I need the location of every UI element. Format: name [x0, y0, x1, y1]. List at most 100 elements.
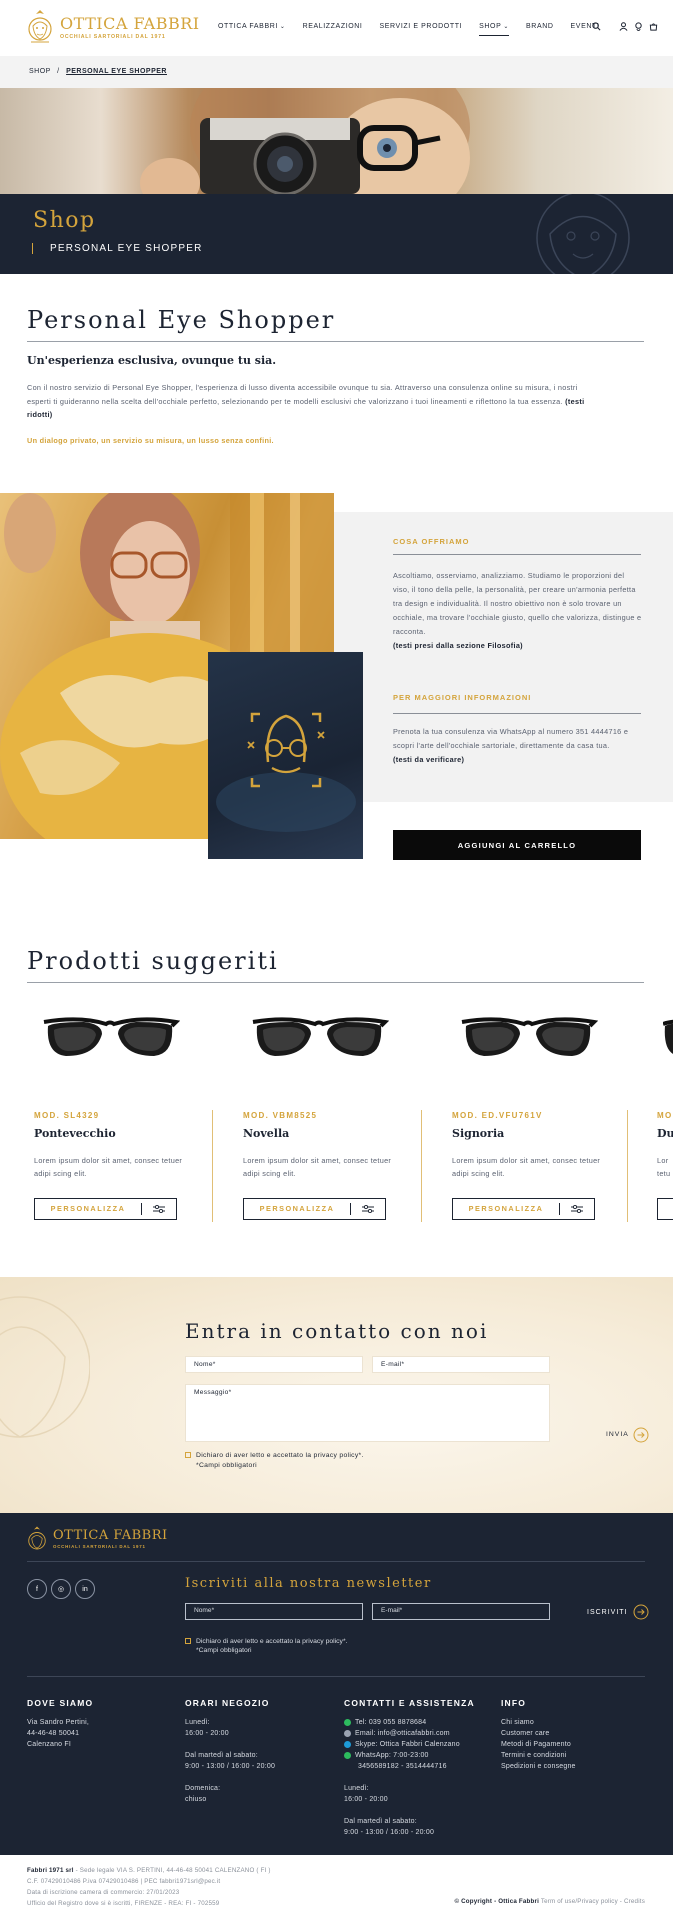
glasses-image — [252, 1017, 389, 1056]
sliders-icon — [351, 1204, 385, 1214]
suggested-products-title: Prodotti suggeriti — [27, 947, 279, 975]
nav-realizzazioni[interactable]: REALIZZAZIONI — [303, 23, 363, 30]
link-chi-siamo[interactable]: Chi siamo — [501, 1717, 576, 1728]
product-description: Lor tetu — [657, 1156, 671, 1178]
contact-title: Entra in contatto con noi — [185, 1319, 489, 1343]
product-card[interactable]: MOD. VBM8525 Novella Lorem ipsum dolor s… — [243, 1010, 423, 1225]
logo[interactable]: OTTICA FABBRI OCCHIALI SARTORIALI DAL 19… — [26, 8, 200, 48]
product-name[interactable]: Signoria — [452, 1127, 504, 1140]
privacy-checkbox[interactable] — [185, 1452, 191, 1459]
product-card[interactable]: MOD. ED.VFU761V Signoria Lorem ipsum dol… — [452, 1010, 632, 1225]
product-code: MOD. SL4329 — [34, 1111, 100, 1120]
nav-shop[interactable]: SHOP ⌄ — [479, 23, 510, 36]
newsletter-privacy-checkbox[interactable] — [185, 1638, 191, 1645]
offer-title: COSA OFFRIAMO — [393, 537, 470, 546]
linkedin-icon[interactable]: in — [75, 1579, 95, 1599]
chevron-down-icon: ⌄ — [503, 24, 510, 30]
title-divider — [27, 341, 644, 342]
site-header: OTTICA FABBRI OCCHIALI SARTORIALI DAL 19… — [0, 0, 673, 56]
arrow-right-icon — [633, 1604, 649, 1620]
product-separator — [421, 1110, 422, 1222]
main-nav: OTTICA FABBRI ⌄ REALIZZAZIONI SERVIZI E P… — [218, 23, 616, 36]
contact-assistance-title: CONTATTI E ASSISTENZA — [344, 1698, 475, 1708]
personalize-button[interactable]: PERSONALIZZA — [34, 1198, 177, 1220]
chevron-down-icon: ⌄ — [279, 24, 286, 30]
skype-row[interactable]: Skype: Ottica Fabbri Calenzano — [344, 1739, 460, 1750]
newsletter-email-field[interactable]: E-mail* — [372, 1603, 550, 1620]
newsletter-name-field[interactable]: Nome* — [185, 1603, 363, 1620]
breadcrumb-current: PERSONAL EYE SHOPPER — [66, 68, 167, 75]
nav-brand[interactable]: BRAND — [526, 23, 554, 30]
contact-required: *Campi obbligatori — [196, 1462, 257, 1469]
send-button[interactable]: INVIA — [606, 1427, 649, 1443]
legal-bar: Fabbri 1971 srl - Sede legale VIA S. PER… — [0, 1855, 673, 1920]
product-card-partial[interactable]: MOD. Du Lor tetu — [657, 1010, 673, 1225]
email-row[interactable]: Email: info@otticafabbri.com — [344, 1728, 460, 1739]
breadcrumb-shop[interactable]: SHOP — [29, 68, 51, 75]
personalize-button[interactable]: PERSONALIZZA — [243, 1198, 386, 1220]
personalize-button[interactable] — [657, 1198, 673, 1220]
link-customer-care[interactable]: Customer care — [501, 1728, 576, 1739]
lion-watermark-icon — [0, 1296, 90, 1438]
product-description: Lorem ipsum dolor sit amet, consec tetue… — [34, 1156, 183, 1178]
link-spedizioni[interactable]: Spedizioni e consegne — [501, 1761, 576, 1772]
link-termini[interactable]: Termini e condizioni — [501, 1750, 576, 1761]
more-info-body: Prenota la tua consulenza via WhatsApp a… — [393, 727, 629, 764]
product-code: MOD. — [657, 1111, 673, 1120]
glasses-image — [461, 1017, 598, 1056]
hours-list: Lunedì: 16:00 - 20:00 Dal martedì al saba… — [185, 1719, 276, 1803]
hero-image — [0, 88, 673, 194]
personalize-button[interactable]: PERSONALIZZA — [452, 1198, 595, 1220]
phone-row[interactable]: Tel: 039 055 8878684 — [344, 1717, 460, 1728]
subscribe-button[interactable]: ISCRIVITI — [587, 1604, 649, 1620]
product-name[interactable]: Du — [657, 1127, 673, 1140]
logo-tagline: OCCHIALI SARTORIALI DAL 1971 — [60, 34, 166, 40]
name-field[interactable]: Nome* — [185, 1356, 363, 1373]
email-field[interactable]: E-mail* — [372, 1356, 550, 1373]
link-metodi-pagamento[interactable]: Metodi di Pagamento — [501, 1739, 576, 1750]
logo-name: OTTICA FABBRI — [60, 14, 200, 33]
site-footer: OTTICA FABBRI OCCHIALI SARTORIALI DAL 19… — [0, 1513, 673, 1855]
instagram-icon[interactable]: ◎ — [51, 1579, 71, 1599]
footer-logo[interactable]: OTTICA FABBRI OCCHIALI SARTORIALI DAL 19… — [26, 1525, 168, 1555]
product-name[interactable]: Novella — [243, 1127, 289, 1140]
lion-crest-icon — [28, 10, 52, 43]
product-card[interactable]: MOD. SL4329 Pontevecchio Lorem ipsum dol… — [34, 1010, 214, 1225]
intro-subtitle: Un'esperienza esclusiva, ovunque tu sia. — [27, 354, 277, 367]
where-address: Via Sandro Pertini, 44-46-48 50041 Calenza… — [27, 1719, 90, 1748]
product-separator — [627, 1110, 628, 1222]
more-info-divider — [393, 713, 641, 714]
skype-icon — [344, 1741, 351, 1748]
hero-band — [0, 194, 673, 274]
whatsapp-icon — [344, 1752, 351, 1759]
where-title: DOVE SIAMO — [27, 1698, 94, 1708]
copyright[interactable]: © Copyright - Ottica Fabbri Term of use/… — [454, 1898, 645, 1905]
footer-divider — [27, 1561, 645, 1562]
cart-icon[interactable] — [649, 22, 658, 31]
nav-servizi-prodotti[interactable]: SERVIZI E PRODOTTI — [379, 23, 462, 30]
user-icon[interactable] — [619, 22, 628, 31]
nav-ottica-fabbri[interactable]: OTTICA FABBRI ⌄ — [218, 23, 286, 30]
face-scan-photo — [208, 652, 363, 859]
facebook-icon[interactable]: f — [27, 1579, 47, 1599]
search-icon[interactable] — [592, 22, 601, 31]
social-links: f ◎ in — [27, 1579, 99, 1599]
message-field[interactable]: Messaggio* — [185, 1384, 550, 1442]
hero-subtitle: PERSONAL EYE SHOPPER — [50, 243, 203, 254]
arrow-right-icon — [633, 1427, 649, 1443]
product-code: MOD. ED.VFU761V — [452, 1111, 543, 1120]
intro-body: Con il nostro servizio di Personal Eye S… — [27, 383, 585, 419]
add-to-cart-button[interactable]: AGGIUNGI AL CARRELLO — [393, 830, 641, 860]
footer-logo-name: OTTICA FABBRI — [53, 1528, 168, 1543]
product-description: Lorem ipsum dolor sit amet, consec tetue… — [243, 1156, 392, 1178]
product-code: MOD. VBM8525 — [243, 1111, 318, 1120]
hero-title: Shop — [33, 208, 96, 233]
newsletter-privacy[interactable]: Dichiaro di aver letto e accettato la pr… — [185, 1637, 348, 1647]
wishlist-icon[interactable] — [634, 22, 643, 31]
whatsapp-row[interactable]: WhatsApp: 7:00-23:00 — [344, 1750, 460, 1761]
product-name[interactable]: Pontevecchio — [34, 1127, 116, 1140]
glasses-image — [663, 1019, 673, 1054]
email-icon — [344, 1730, 351, 1737]
phone-icon — [344, 1719, 351, 1726]
contact-privacy[interactable]: Dichiaro di aver letto e accettato la pr… — [185, 1451, 364, 1461]
